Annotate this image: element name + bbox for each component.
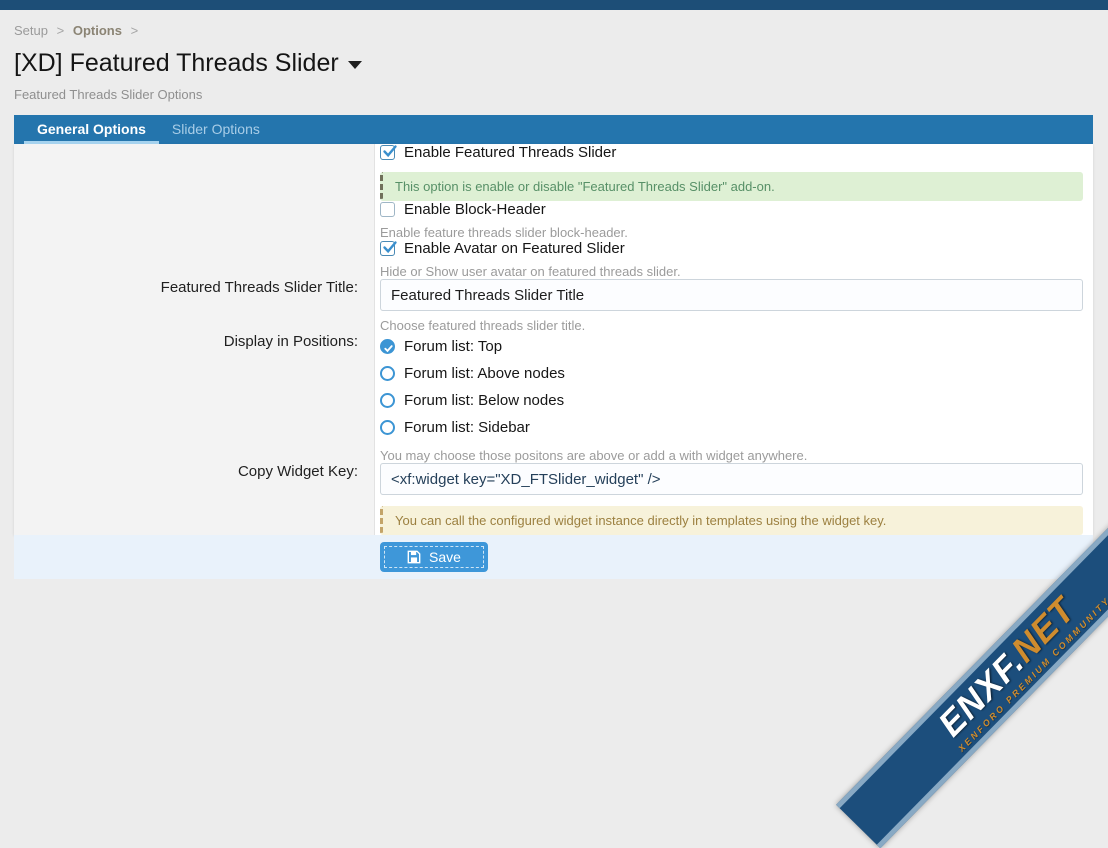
position-option-top[interactable]: Forum list: Top — [380, 333, 1083, 360]
block-header-label: Enable Block-Header — [404, 201, 546, 218]
block-header-checkbox-row[interactable]: Enable Block-Header — [380, 201, 1083, 218]
breadcrumb-options[interactable]: Options — [73, 23, 122, 38]
row-block-header-label-cell — [14, 201, 375, 240]
position-option-above-nodes[interactable]: Forum list: Above nodes — [380, 360, 1083, 387]
enable-slider-label: Enable Featured Threads Slider — [404, 144, 617, 161]
slider-title-label: Featured Threads Slider Title: — [14, 279, 375, 333]
options-form: Enable Featured Threads Slider This opti… — [14, 144, 1093, 535]
positions-hint: You may choose those positons are above … — [380, 448, 808, 463]
checkbox-unchecked-icon[interactable] — [380, 202, 395, 217]
avatar-hint: Hide or Show user avatar on featured thr… — [380, 264, 681, 279]
tab-general-options[interactable]: General Options — [24, 115, 159, 144]
row-avatar: Enable Avatar on Featured Slider Hide or… — [375, 240, 1093, 279]
row-enable-slider: Enable Featured Threads Slider This opti… — [375, 144, 1093, 201]
position-option-label: Forum list: Top — [404, 338, 503, 355]
page-content: Setup > Options > [XD] Featured Threads … — [14, 23, 1093, 579]
widget-key-message: You can call the configured widget insta… — [380, 506, 1083, 535]
row-widget-key: You can call the configured widget insta… — [375, 463, 1093, 535]
breadcrumb-separator: > — [130, 23, 139, 38]
slider-title-hint: Choose featured threads slider title. — [380, 318, 586, 333]
admin-top-bar — [0, 0, 1108, 10]
widget-key-label: Copy Widget Key: — [14, 463, 375, 535]
page-title: [XD] Featured Threads Slider — [14, 49, 1093, 78]
position-option-below-nodes[interactable]: Forum list: Below nodes — [380, 387, 1083, 414]
checkbox-checked-icon[interactable] — [380, 145, 397, 160]
row-avatar-label-cell — [14, 240, 375, 279]
save-button-label: Save — [429, 549, 461, 565]
page-subtitle: Featured Threads Slider Options — [14, 87, 203, 102]
breadcrumb: Setup > Options > — [14, 23, 1093, 38]
save-button[interactable]: Save — [380, 542, 488, 572]
enable-slider-message: This option is enable or disable "Featur… — [380, 172, 1083, 201]
radio-unselected-icon[interactable] — [380, 366, 395, 381]
positions-label: Display in Positions: — [14, 333, 375, 463]
row-positions: Forum list: Top Forum list: Above nodes … — [375, 333, 1093, 463]
slider-title-input[interactable] — [380, 279, 1083, 311]
title-dropdown-caret-icon[interactable] — [347, 61, 362, 69]
position-option-label: Forum list: Above nodes — [404, 365, 565, 382]
row-enable-slider-label-cell — [14, 144, 375, 201]
tab-slider-options[interactable]: Slider Options — [159, 115, 273, 144]
breadcrumb-setup[interactable]: Setup — [14, 23, 48, 38]
block-header-hint: Enable feature threads slider block-head… — [380, 225, 628, 240]
row-block-header: Enable Block-Header Enable feature threa… — [375, 201, 1093, 240]
checkbox-checked-icon[interactable] — [380, 241, 397, 256]
position-option-label: Forum list: Sidebar — [404, 419, 530, 436]
save-bar: Save — [14, 535, 1093, 579]
widget-key-input[interactable] — [380, 463, 1083, 495]
position-option-sidebar[interactable]: Forum list: Sidebar — [380, 414, 1083, 441]
breadcrumb-separator: > — [56, 23, 65, 38]
options-tab-bar: General Options Slider Options — [14, 115, 1093, 144]
row-slider-title: Choose featured threads slider title. — [375, 279, 1093, 333]
save-icon — [407, 550, 421, 564]
enable-slider-checkbox-row[interactable]: Enable Featured Threads Slider — [380, 144, 1083, 161]
avatar-checkbox-row[interactable]: Enable Avatar on Featured Slider — [380, 240, 1083, 257]
radio-unselected-icon[interactable] — [380, 393, 395, 408]
avatar-label: Enable Avatar on Featured Slider — [404, 240, 625, 257]
page-title-text: [XD] Featured Threads Slider — [14, 49, 339, 77]
radio-selected-icon[interactable] — [380, 339, 395, 354]
position-option-label: Forum list: Below nodes — [404, 392, 565, 409]
radio-unselected-icon[interactable] — [380, 420, 395, 435]
watermark-brand: ENXF.NET — [931, 590, 1083, 744]
